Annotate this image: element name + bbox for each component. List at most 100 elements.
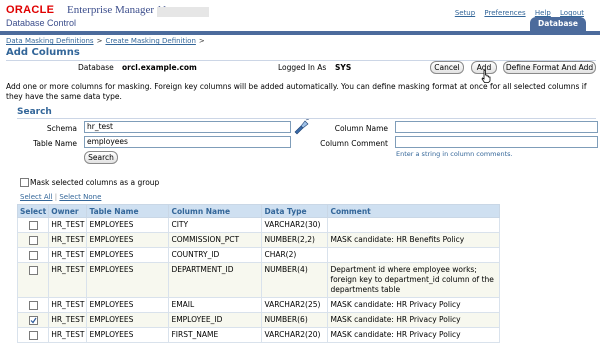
product-subtitle: Database Control bbox=[6, 18, 77, 28]
data-type-cell: CHAR(2) bbox=[261, 247, 329, 263]
page-title: Add Columns bbox=[6, 47, 80, 58]
column-name-cell: FIRST_NAME bbox=[168, 327, 263, 343]
logged-in-label: Logged In As bbox=[278, 63, 327, 72]
table-name-cell: EMPLOYEES bbox=[86, 247, 170, 263]
database-label: Database bbox=[78, 63, 114, 72]
data-type-cell: VARCHAR2(25) bbox=[261, 297, 329, 313]
header-owner[interactable]: Owner bbox=[48, 204, 88, 218]
table-row: HR_TEST EMPLOYEES FIRST_NAME VARCHAR2(20) MA… bbox=[16, 327, 500, 343]
select-none-link[interactable]: Select None bbox=[59, 193, 101, 201]
column-comment-input[interactable] bbox=[395, 136, 598, 148]
table-row: HR_TEST EMPLOYEES EMAIL VARCHAR2(25) MASK ca… bbox=[16, 297, 500, 313]
columns-table: Select Owner Table Name Column Name Data… bbox=[16, 204, 500, 343]
mask-group-checkbox[interactable] bbox=[20, 178, 29, 187]
check-icon bbox=[30, 317, 37, 323]
column-name-cell: EMPLOYEE_ID bbox=[168, 312, 263, 328]
owner-cell: HR_TEST bbox=[48, 297, 88, 313]
flashlight-search-icon[interactable] bbox=[292, 119, 310, 135]
column-name-cell: COUNTRY_ID bbox=[168, 247, 263, 263]
row-select-cell bbox=[16, 297, 50, 313]
owner-cell: HR_TEST bbox=[48, 217, 88, 233]
row-checkbox[interactable] bbox=[28, 220, 38, 230]
logged-in-value: SYS bbox=[335, 63, 352, 72]
column-name-cell: CITY bbox=[168, 217, 263, 233]
search-section-title: Search bbox=[17, 107, 52, 117]
search-button[interactable]: Search bbox=[84, 151, 118, 164]
help-link[interactable]: Help bbox=[535, 9, 551, 17]
table-row: HR_TEST EMPLOYEES CITY VARCHAR2(30) bbox=[16, 217, 500, 233]
database-value: orcl.example.com bbox=[122, 63, 197, 72]
selection-divider: | bbox=[54, 193, 58, 201]
table-header-row: Select Owner Table Name Column Name Data… bbox=[16, 204, 500, 218]
comment-cell bbox=[327, 247, 500, 263]
schema-input[interactable]: hr_test bbox=[84, 121, 291, 133]
row-checkbox[interactable] bbox=[28, 300, 38, 310]
breadcrumb-create-masking-definition[interactable]: Create Masking Definition bbox=[105, 37, 195, 45]
comment-cell: MASK candidate: HR Benefits Policy bbox=[327, 232, 500, 248]
row-select-cell bbox=[16, 217, 50, 233]
table-row: HR_TEST EMPLOYEES COMMISSION_PCT NUMBER(2,2… bbox=[16, 232, 500, 248]
table-name-label: Table Name bbox=[33, 139, 77, 148]
table-name-cell: EMPLOYEES bbox=[86, 262, 170, 298]
schema-label: Schema bbox=[46, 124, 77, 133]
table-name-cell: EMPLOYEES bbox=[86, 327, 170, 343]
row-checkbox[interactable] bbox=[28, 250, 38, 260]
cancel-button[interactable]: Cancel bbox=[430, 61, 464, 74]
column-name-label: Column Name bbox=[334, 124, 388, 133]
table-row: HR_TEST EMPLOYEES COUNTRY_ID CHAR(2) bbox=[16, 247, 500, 263]
table-name-cell: EMPLOYEES bbox=[86, 232, 170, 248]
header-column-name[interactable]: Column Name bbox=[168, 204, 263, 218]
column-name-cell: EMAIL bbox=[168, 297, 263, 313]
owner-cell: HR_TEST bbox=[48, 232, 88, 248]
global-links: Setup Preferences Help Logout bbox=[448, 9, 584, 17]
row-select-cell bbox=[16, 247, 50, 263]
row-checkbox[interactable] bbox=[28, 330, 38, 340]
comment-cell: MASK candidate: HR Privacy Policy bbox=[327, 297, 500, 313]
comment-cell: MASK candidate: HR Privacy Policy bbox=[327, 312, 500, 328]
data-type-cell: VARCHAR2(30) bbox=[261, 217, 329, 233]
comment-cell: Department id where employee works; fore… bbox=[327, 262, 500, 298]
selection-links: Select All | Select None bbox=[20, 193, 101, 201]
breadcrumb: Data Masking Definitions > Create Masking … bbox=[6, 37, 208, 45]
table-name-cell: EMPLOYEES bbox=[86, 217, 170, 233]
app-header: ORACLE Enterprise Manager 11g Database C… bbox=[0, 0, 600, 34]
oracle-logo: ORACLE bbox=[6, 4, 55, 16]
redacted-area bbox=[157, 7, 209, 17]
header-comment[interactable]: Comment bbox=[327, 204, 500, 218]
row-checkbox[interactable] bbox=[28, 315, 38, 325]
owner-cell: HR_TEST bbox=[48, 327, 88, 343]
row-checkbox[interactable] bbox=[28, 265, 38, 275]
tab-bar bbox=[0, 31, 600, 35]
breadcrumb-separator: > bbox=[96, 37, 103, 45]
preferences-link[interactable]: Preferences bbox=[484, 9, 525, 17]
setup-link[interactable]: Setup bbox=[455, 9, 475, 17]
comment-cell bbox=[327, 217, 500, 233]
logout-link[interactable]: Logout bbox=[560, 9, 584, 17]
row-select-cell bbox=[16, 312, 50, 328]
table-name-cell: EMPLOYEES bbox=[86, 312, 170, 328]
table-name-input[interactable]: employees bbox=[84, 136, 291, 148]
row-select-cell bbox=[16, 262, 50, 298]
breadcrumb-masking-definitions[interactable]: Data Masking Definitions bbox=[6, 37, 94, 45]
table-name-cell: EMPLOYEES bbox=[86, 297, 170, 313]
row-select-cell bbox=[16, 232, 50, 248]
intro-text: Add one or more columns for masking. For… bbox=[6, 82, 587, 101]
column-name-cell: DEPARTMENT_ID bbox=[168, 262, 263, 298]
define-format-and-add-button[interactable]: Define Format And Add bbox=[503, 61, 596, 74]
row-select-cell bbox=[16, 327, 50, 343]
column-name-cell: COMMISSION_PCT bbox=[168, 232, 263, 248]
header-table-name[interactable]: Table Name bbox=[86, 204, 170, 218]
select-all-link[interactable]: Select All bbox=[20, 193, 53, 201]
tab-database[interactable]: Database bbox=[530, 17, 586, 31]
mask-group-label: Mask selected columns as a group bbox=[30, 178, 160, 187]
data-type-cell: VARCHAR2(20) bbox=[261, 327, 329, 343]
row-checkbox[interactable] bbox=[28, 235, 38, 245]
owner-cell: HR_TEST bbox=[48, 262, 88, 298]
breadcrumb-separator: > bbox=[198, 37, 205, 45]
column-name-input[interactable] bbox=[395, 121, 598, 133]
owner-cell: HR_TEST bbox=[48, 312, 88, 328]
header-data-type[interactable]: Data Type bbox=[261, 204, 329, 218]
data-type-cell: NUMBER(2,2) bbox=[261, 232, 329, 248]
table-row: HR_TEST EMPLOYEES DEPARTMENT_ID NUMBER(4) De… bbox=[16, 262, 500, 298]
header-select: Select bbox=[16, 204, 50, 218]
